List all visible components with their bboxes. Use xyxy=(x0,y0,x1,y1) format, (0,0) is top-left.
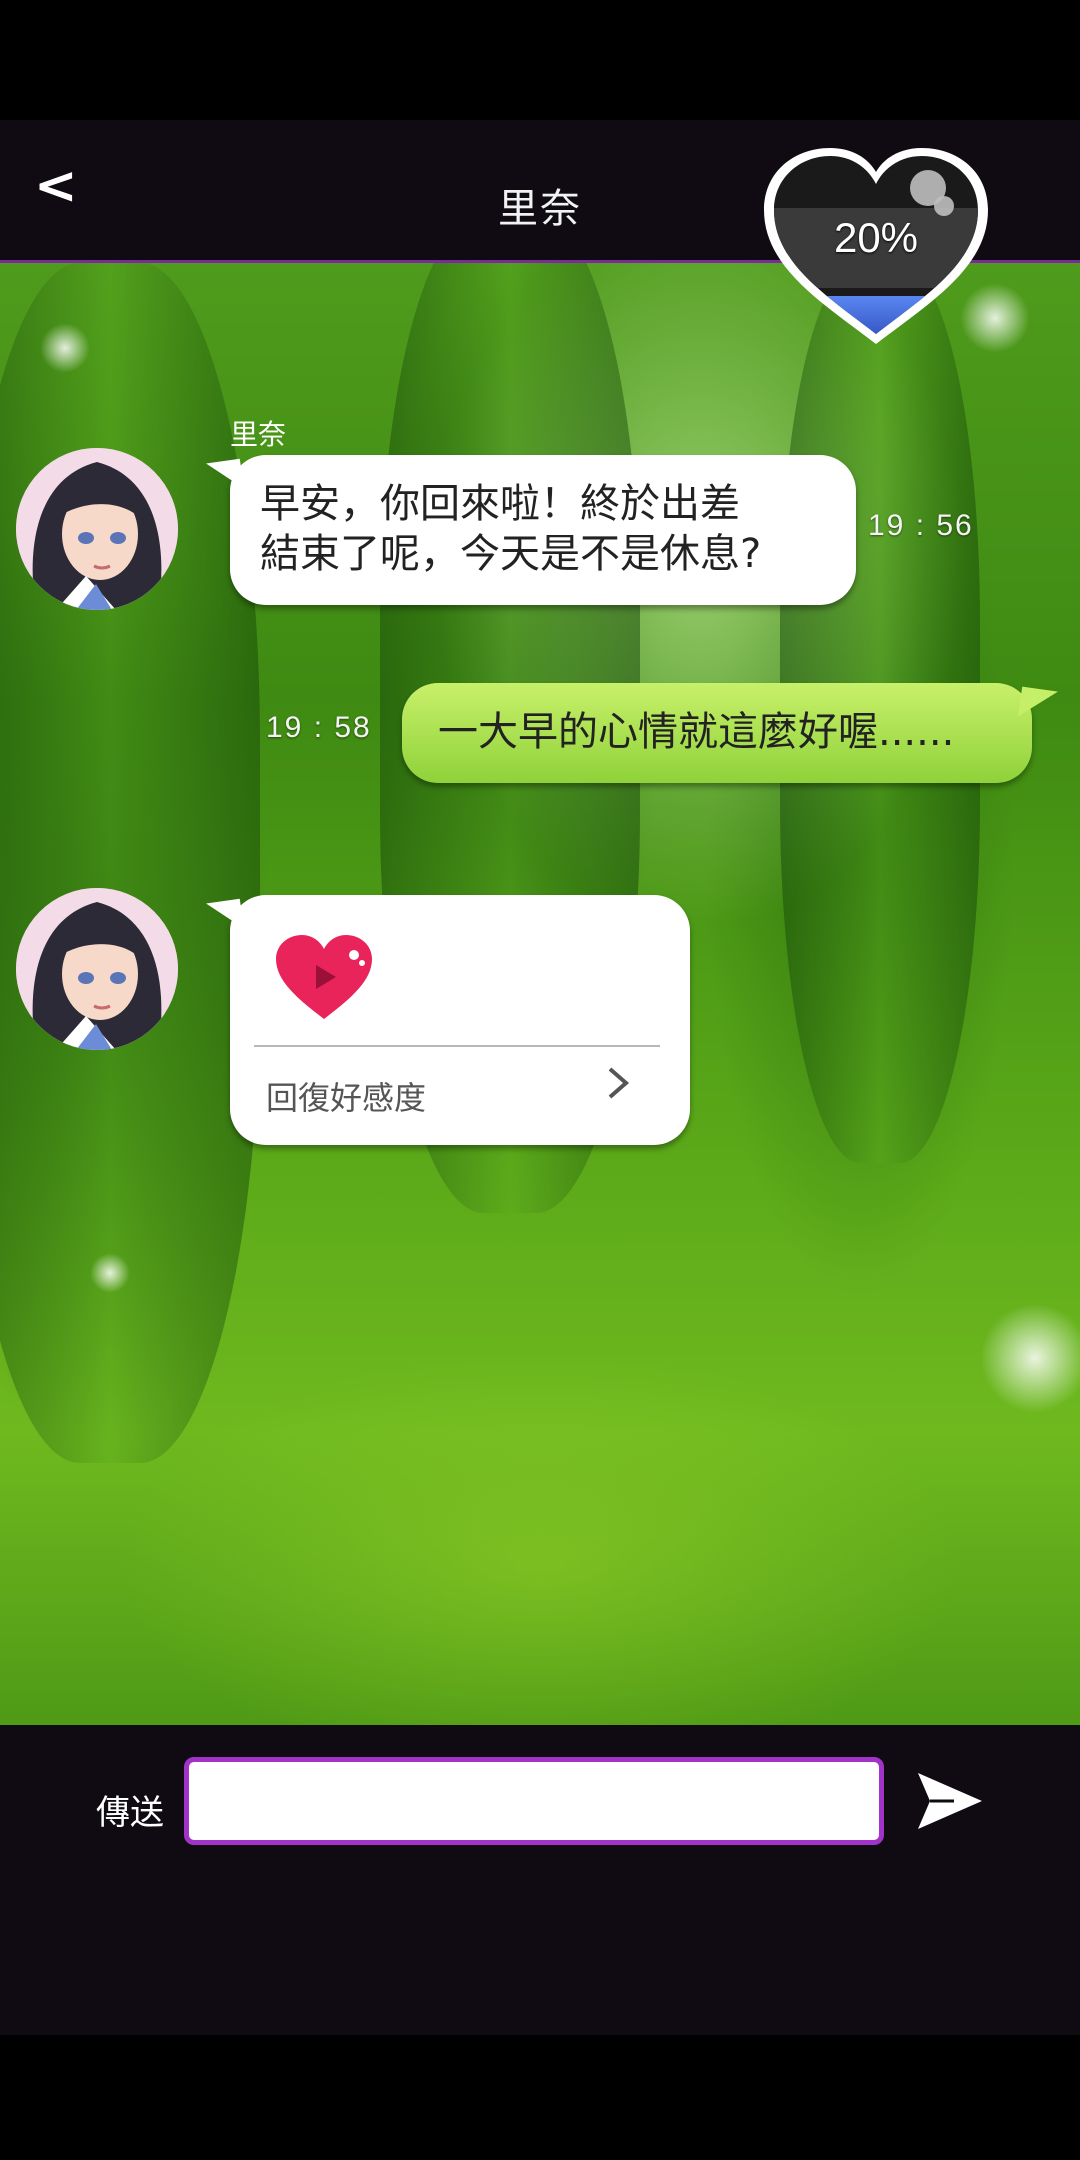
status-bar xyxy=(0,0,1080,120)
affection-percent: 20% xyxy=(833,214,919,261)
heart-play-icon[interactable] xyxy=(274,935,374,1021)
received-message-bubble[interactable]: 早安，你回來啦！終於出差 結束了呢，今天是不是休息? xyxy=(230,455,856,605)
avatar[interactable] xyxy=(16,448,178,610)
message-text: 一大早的心情就這麼好喔...... xyxy=(438,709,955,755)
system-nav-bar xyxy=(0,2035,1080,2160)
message-input[interactable] xyxy=(184,1757,884,1845)
chat-scroll-area[interactable]: 里奈 早安，你回來啦！終於出差 結束了呢，今天是不是休息? 19 : 56 19… xyxy=(0,263,1080,1725)
background-light xyxy=(90,1253,130,1293)
message-composer: 傳送 xyxy=(0,1725,1080,2035)
app-screen: < 里奈 20% 里奈 早安，你回來啦！終於出差 結束了呢，今天是不是休息? 1… xyxy=(0,0,1080,2160)
card-label: 回復好感度 xyxy=(266,1079,427,1117)
sent-message-bubble[interactable]: 一大早的心情就這麼好喔...... xyxy=(402,683,1032,783)
affection-meter: 20% xyxy=(760,148,992,348)
background-light xyxy=(980,1303,1080,1413)
send-button[interactable] xyxy=(914,1765,986,1837)
background-tree xyxy=(0,263,260,1463)
card-divider xyxy=(254,1045,660,1047)
message-time: 19 : 56 xyxy=(868,509,974,542)
sender-name: 里奈 xyxy=(230,418,287,451)
chevron-right-icon[interactable] xyxy=(598,1063,638,1103)
message-text: 早安，你回來啦！終於出差 結束了呢，今天是不是休息? xyxy=(260,481,762,577)
send-label: 傳送 xyxy=(96,1793,164,1833)
avatar-girl-icon xyxy=(16,448,178,610)
message-time: 19 : 58 xyxy=(266,711,372,744)
restore-affection-card[interactable]: 回復好感度 xyxy=(230,895,690,1145)
background-light xyxy=(40,323,90,373)
avatar-girl-icon xyxy=(16,888,178,1050)
avatar[interactable] xyxy=(16,888,178,1050)
